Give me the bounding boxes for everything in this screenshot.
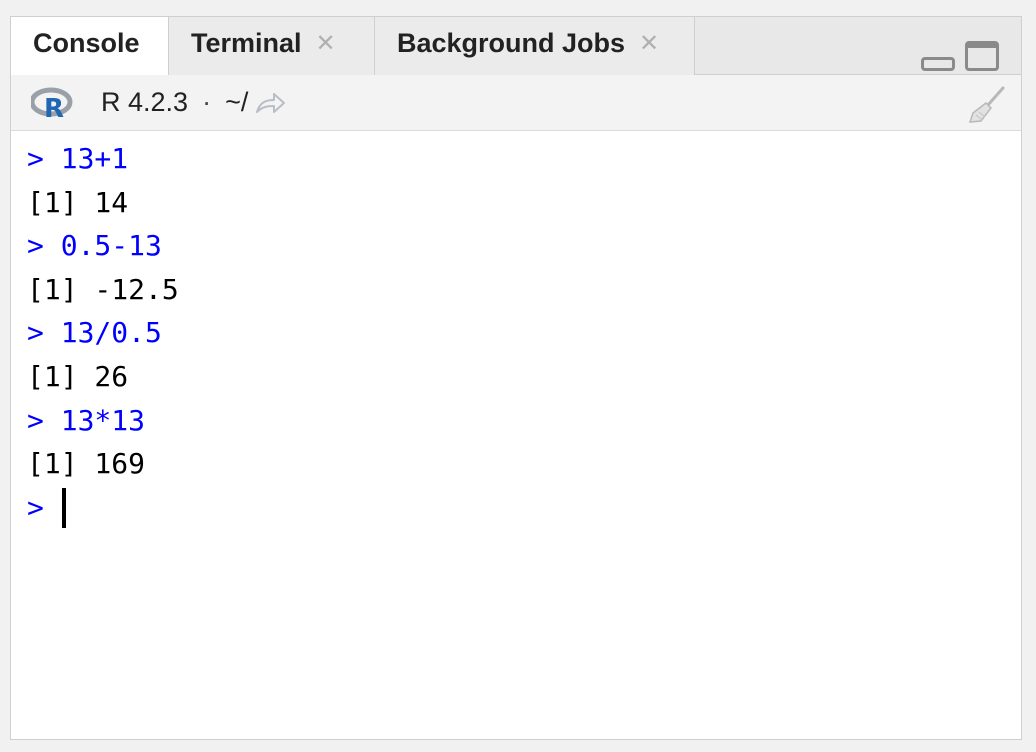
tab-label: Background Jobs (397, 27, 626, 58)
close-icon[interactable]: ✕ (316, 29, 336, 58)
separator: · (202, 87, 212, 117)
console-input-line[interactable]: > (27, 486, 1021, 530)
console-output-line: [1] -12.5 (27, 272, 179, 306)
goto-directory-icon[interactable] (254, 90, 286, 116)
tab-console[interactable]: Console (11, 17, 169, 76)
console-output-line: [1] 14 (27, 185, 129, 219)
broom-icon[interactable] (967, 85, 1007, 125)
console-command-line: > 13/0.5 (27, 316, 162, 350)
console-command-line: > 13+1 (27, 142, 129, 175)
console-output[interactable]: > 13+1 [1] 14 > 0.5-13 [1] -12.5 > 13/0.… (11, 131, 1021, 739)
tab-label: Terminal (191, 27, 302, 58)
minimize-pane-button[interactable] (921, 57, 955, 71)
working-directory[interactable]: ~/ (225, 87, 248, 118)
close-icon[interactable]: ✕ (639, 29, 659, 58)
svg-text:R: R (44, 94, 64, 119)
console-pane: Console Terminal ✕ Background Jobs ✕ R R… (10, 16, 1022, 740)
console-prompt: > (27, 490, 44, 524)
tab-label: Console (33, 28, 140, 58)
tab-bar: Console Terminal ✕ Background Jobs ✕ (11, 17, 1021, 76)
console-command-line: > 0.5-13 (27, 229, 162, 263)
console-toolbar: R R 4.2.3 · ~/ (11, 75, 1021, 131)
console-output-line: [1] 26 (27, 359, 129, 393)
window-controls (921, 37, 999, 71)
r-logo-icon: R (31, 87, 73, 119)
tab-background-jobs[interactable]: Background Jobs ✕ (375, 17, 695, 75)
console-command-line: > 13*13 (27, 403, 146, 437)
maximize-pane-button[interactable] (965, 41, 999, 71)
text-cursor (61, 487, 66, 528)
tab-terminal[interactable]: Terminal ✕ (169, 17, 375, 75)
console-output-line: [1] 169 (27, 447, 146, 481)
r-version-label: R 4.2.3 (101, 87, 189, 117)
